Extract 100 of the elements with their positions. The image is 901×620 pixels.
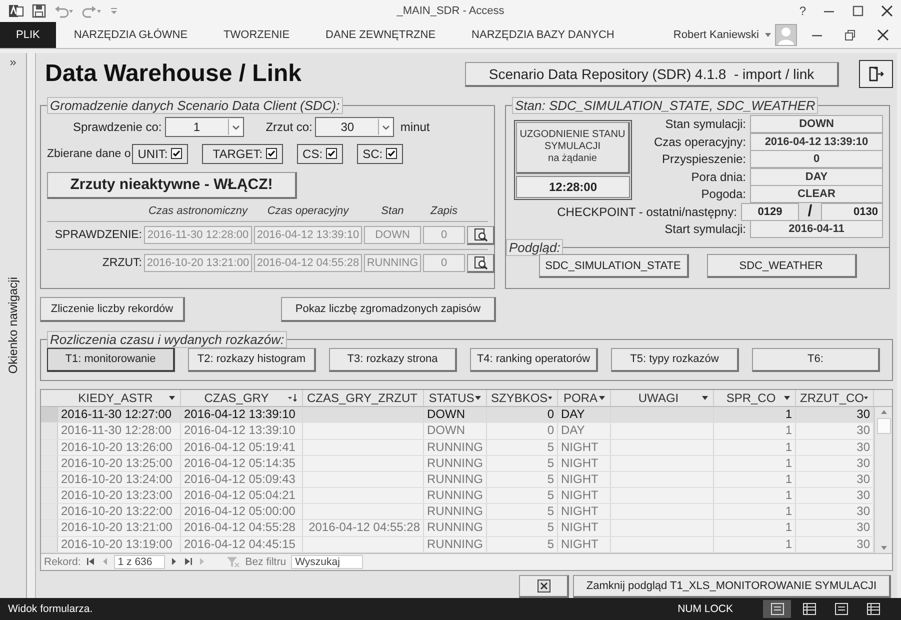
checkbox[interactable] [326,148,337,160]
expand-toggle[interactable]: » [10,55,16,69]
dropdown-icon[interactable] [599,396,605,400]
value-field: DOWN [750,115,883,134]
table-cell: 1 [714,423,796,439]
column-header[interactable]: SPR_CO [714,390,796,406]
table-cell: RUNNING [424,504,487,520]
value-field: 0129 [741,202,799,221]
record-position-field[interactable]: 1 z 636 [114,554,166,569]
table-row[interactable]: 2016-10-20 13:19:00 2016-04-12 04:45:15 RUNNING 5 NIGHT 1 30 [41,536,874,553]
value-field: CLEAR [750,185,883,204]
column-header[interactable]: STATUS [424,390,487,406]
help-button[interactable]: ? [799,4,806,18]
table-row[interactable]: 2016-10-20 13:22:00 2016-04-12 05:00:00 RUNNING 5 NIGHT 1 30 [41,504,874,520]
report-button[interactable]: T2: rozkazy histogram [188,348,316,372]
scroll-thumb[interactable] [876,418,890,434]
value-field: 0 [423,226,465,244]
toggle-dumps-button[interactable]: Zrzuty nieaktywne - WŁĄCZ! [47,172,297,199]
dropdown-icon[interactable] [169,396,175,400]
search-field[interactable]: Wyszukaj [291,554,363,569]
table-cell: 2016-10-20 13:24:00 [58,472,181,488]
first-record-icon[interactable] [86,557,96,566]
dropdown-icon[interactable] [548,396,552,400]
column-header: Czas astronomiczny [147,204,249,217]
table-preview-button[interactable]: SDC_SIMULATION_STATE [538,254,688,278]
checkbox[interactable] [266,148,277,160]
navigation-pane[interactable]: » Okienko nawigacji [0,53,27,598]
customize-icon[interactable] [110,6,118,16]
report-button[interactable]: T5: typy rozkazów [611,348,739,372]
magnifier-icon [474,256,488,270]
form-title: Data Warehouse / Link [45,60,302,88]
table-cell: RUNNING [424,456,487,471]
interval-dropdown[interactable]: 30 [315,116,394,137]
report-button[interactable]: T4: ranking operatorów [470,348,598,372]
ribbon-tab[interactable]: DANE ZEWNĘTRZNE [308,22,454,48]
table-cell: RUNNING [424,536,487,552]
ribbon-tab[interactable]: TWORZENIE [206,22,308,48]
dropdown-icon[interactable] [864,396,868,400]
export-button[interactable] [519,574,569,598]
window-title: _MAIN_SDR - Access [396,5,504,17]
table-row[interactable]: 2016-11-30 12:28:00 2016-04-12 13:39:10 DOWN 0 DAY 1 30 [41,423,874,440]
preview-button[interactable] [467,226,495,245]
count-records-button[interactable]: Zliczenie liczby rekordów [40,296,185,322]
close-preview-button[interactable]: Zamknij podgląd T1_XLS_MONITOROWANIE SYMULACJI [573,574,891,598]
dropdown-icon[interactable] [702,396,708,400]
ribbon-tab[interactable]: NARZĘDZIA GŁÓWNE [56,22,206,48]
table-row[interactable]: 2016-10-20 13:21:00 2016-04-12 04:55:28 2016-04-12 04:55:28 RUNNING 5 NIGHT 1 30 [41,520,874,537]
checkbox[interactable] [386,148,397,160]
form-view-icon[interactable] [763,600,791,618]
table-row[interactable]: 2016-10-20 13:24:00 2016-04-12 05:09:43 RUNNING 5 NIGHT 1 30 [41,472,874,488]
table-preview-button[interactable]: SDC_WEATHER [706,254,856,278]
report-button[interactable]: T6: [752,348,880,372]
report-button[interactable]: T3: rozkazy strona [329,348,457,372]
sync-button[interactable]: UZGODNIENIE STANU SYMULACJI na żądanie [516,122,630,174]
filter-status[interactable]: Bez filtru [245,556,286,568]
unit-label: minut [400,120,430,134]
column-header[interactable]: UWAGI [611,390,714,406]
table-cell: 1 [714,504,796,520]
dropdown-icon[interactable] [475,396,481,400]
table-row[interactable]: 2016-11-30 12:27:00 2016-04-12 13:39:10 DOWN 0 DAY 1 30 [41,407,874,424]
column-header[interactable]: PORA [558,390,611,406]
show-count-button[interactable]: Pokaz liczbę zgromadzonych zapisów [281,296,496,322]
table-row[interactable]: 2016-10-20 13:26:00 2016-04-12 05:19:41 RUNNING 5 NIGHT 1 30 [41,440,874,456]
table-cell: 1 [714,440,796,455]
column-header[interactable]: ZRZUT_CO [796,390,874,406]
column-header[interactable]: CZAS_GRY_ZRZUT [303,390,424,406]
table-cell: 5 [487,504,558,520]
close-icon[interactable] [881,5,893,17]
table-row[interactable]: 2016-10-20 13:23:00 2016-04-12 05:04:21 RUNNING 5 NIGHT 1 30 [41,488,874,504]
maximize-icon[interactable] [852,5,864,17]
column-header[interactable]: KIEDY_ASTR [58,390,181,406]
interval-dropdown[interactable]: 1 [164,116,244,137]
scrollbar[interactable] [874,407,892,553]
sort-descending-icon[interactable] [288,394,297,402]
report-button[interactable]: T1: monitorowanie [47,348,175,372]
restore-icon[interactable] [844,29,856,41]
last-record-icon[interactable] [183,557,194,566]
dropdown-icon[interactable] [784,396,790,400]
ribbon-tab[interactable]: NARZĘDZIA BAZY DANYCH [454,22,632,48]
app-icon[interactable] [8,3,24,19]
user-name[interactable]: Robert Kaniewski [673,29,759,41]
save-icon[interactable] [32,4,46,18]
dropdown-icon[interactable] [228,118,243,135]
value-field: DAY [750,168,883,186]
exit-button[interactable] [859,60,893,88]
redo-icon[interactable] [82,4,102,18]
checkbox[interactable] [170,148,182,160]
preview-button[interactable] [467,254,495,273]
table-cell: 2016-04-12 05:14:35 [181,456,303,471]
undo-icon[interactable] [54,4,74,18]
table-cell: RUNNING [424,472,487,488]
column-header[interactable]: SZYBKOS [487,390,558,406]
caret-icon [765,33,771,37]
table-row[interactable]: 2016-10-20 13:25:00 2016-04-12 05:14:35 RUNNING 5 NIGHT 1 30 [41,456,874,472]
dropdown-icon[interactable] [378,118,394,135]
column-header[interactable]: CZAS_GRY [181,390,303,406]
close-icon[interactable] [877,29,889,41]
next-record-icon[interactable] [170,557,178,566]
version-button[interactable]: Scenario Data Repository (SDR) 4.1.8 - import / link [465,62,839,87]
table-cell: 1 [714,536,796,552]
